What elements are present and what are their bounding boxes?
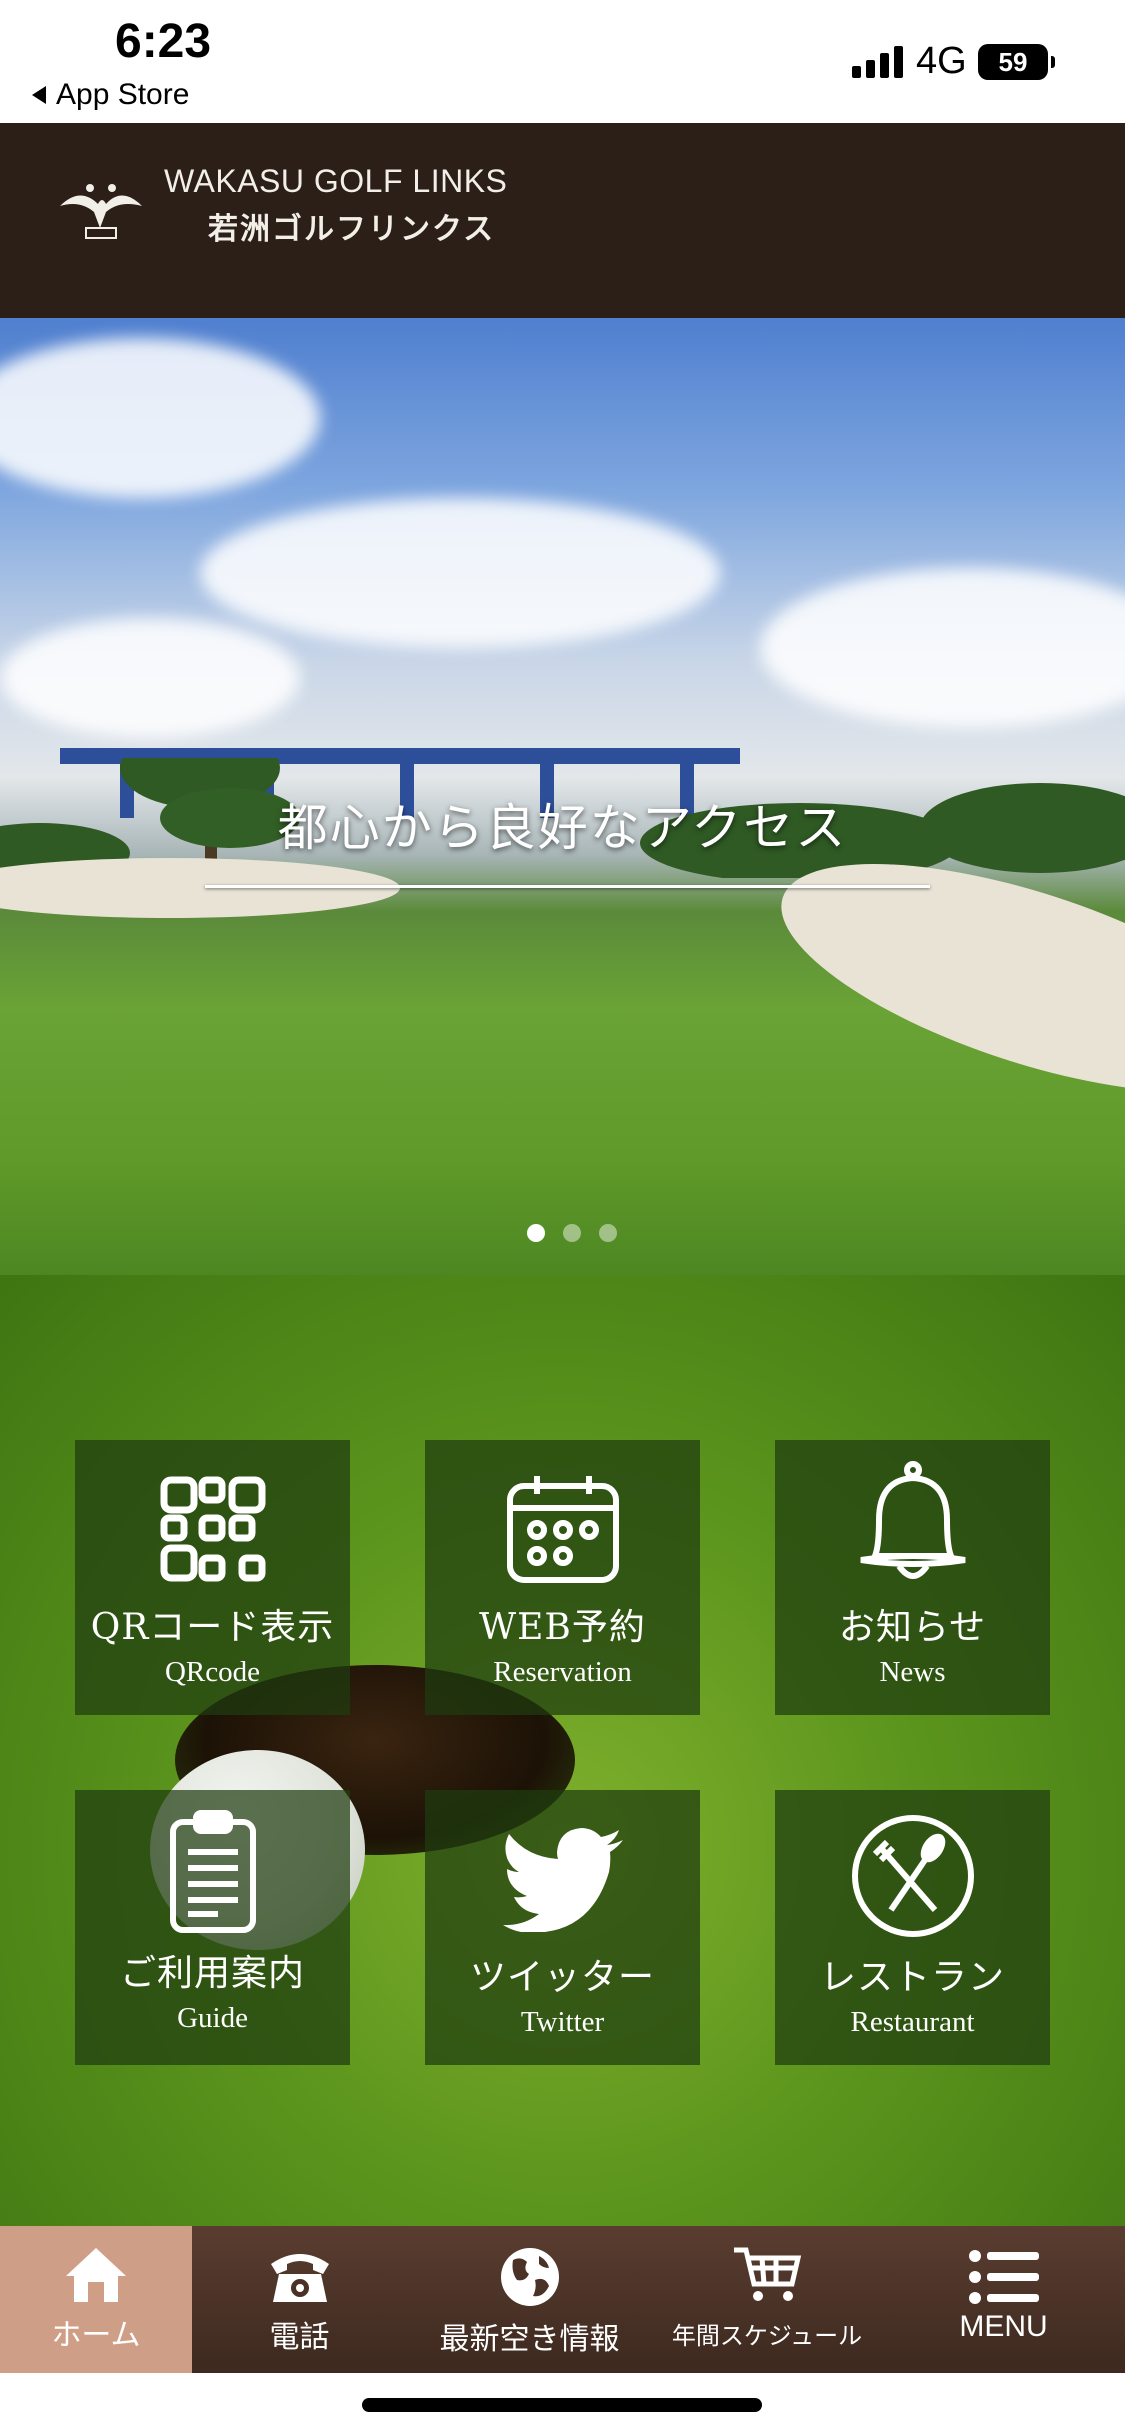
menu-tile-guide[interactable]: ご利用案内 Guide bbox=[75, 1790, 350, 2065]
menu-tile-reservation[interactable]: WEB予約 Reservation bbox=[425, 1440, 700, 1715]
tab-label: MENU bbox=[959, 2310, 1048, 2343]
status-bar: 6:23 App Store 4G 59 bbox=[0, 0, 1125, 123]
tab-phone[interactable]: 電話 bbox=[192, 2226, 407, 2373]
globe-icon bbox=[500, 2248, 559, 2306]
cart-icon bbox=[734, 2247, 802, 2301]
menu-tile-qrcode[interactable]: QRコード表示 QRcode bbox=[75, 1440, 350, 1715]
tab-label: ホーム bbox=[51, 2318, 141, 2353]
cloud bbox=[200, 498, 720, 648]
tile-label-jp: WEB予約 bbox=[479, 1607, 646, 1648]
app-header: WAKASU GOLF LINKS 若洲ゴルフリンクス bbox=[0, 123, 1125, 318]
tab-schedule[interactable]: 年間スケジュール bbox=[652, 2226, 882, 2373]
qr-code-icon bbox=[160, 1476, 265, 1582]
slider-dot[interactable] bbox=[527, 1224, 545, 1242]
tab-home[interactable]: ホーム bbox=[0, 2226, 192, 2373]
clipboard-icon bbox=[169, 1810, 256, 1933]
tab-label: 年間スケジュール bbox=[671, 2322, 863, 2350]
tab-menu[interactable]: MENU bbox=[882, 2226, 1125, 2373]
birds-crest-icon bbox=[60, 183, 142, 239]
bell-icon bbox=[860, 1461, 965, 1579]
home-icon bbox=[66, 2248, 126, 2302]
tile-label-jp: QRコード表示 bbox=[90, 1607, 335, 1648]
tile-label-en: Restaurant bbox=[850, 2006, 975, 2038]
logo-text-en: WAKASU GOLF LINKS bbox=[164, 163, 508, 199]
sand-bunker bbox=[0, 858, 400, 918]
calendar-icon bbox=[506, 1476, 619, 1583]
logo[interactable]: WAKASU GOLF LINKS 若洲ゴルフリンクス bbox=[50, 163, 507, 248]
back-to-app-store[interactable]: App Store bbox=[32, 78, 189, 112]
hero-underline bbox=[205, 885, 930, 888]
slider-dot[interactable] bbox=[599, 1224, 617, 1242]
battery-nub bbox=[1051, 56, 1055, 68]
tile-label-jp: レストラン bbox=[819, 1957, 1005, 1998]
tile-label-en: Guide bbox=[177, 2002, 248, 2034]
tile-label-en: News bbox=[879, 1656, 946, 1688]
list-icon bbox=[968, 2250, 1039, 2304]
tile-label-en: Reservation bbox=[493, 1656, 632, 1688]
tile-label-en: QRcode bbox=[164, 1656, 261, 1688]
slider-dots bbox=[527, 1224, 617, 1242]
fork-spoon-icon bbox=[851, 1815, 974, 1937]
phone-icon bbox=[270, 2254, 329, 2302]
back-triangle-icon bbox=[32, 86, 46, 104]
tile-label-jp: お知らせ bbox=[838, 1607, 987, 1648]
menu-area: QRコード表示 QRcode WEB予約 Reservation お知らせ Ne… bbox=[0, 1275, 1125, 2226]
twitter-bird-icon bbox=[502, 1828, 623, 1932]
cloud bbox=[760, 568, 1125, 728]
cloud bbox=[0, 618, 300, 738]
tab-label: 最新空き情報 bbox=[439, 2322, 620, 2357]
menu-tile-twitter[interactable]: ツイッター Twitter bbox=[425, 1790, 700, 2065]
hero-caption: 都心から良好なアクセス bbox=[277, 799, 848, 857]
logo-text-jp: 若洲ゴルフリンクス bbox=[208, 212, 496, 247]
cloud bbox=[0, 338, 320, 498]
tab-availability[interactable]: 最新空き情報 bbox=[407, 2226, 652, 2373]
status-time: 6:23 bbox=[115, 15, 212, 68]
bottom-tab-bar: ホーム 電話 最新空き情報 年間スケジュール MENU bbox=[0, 2226, 1125, 2373]
home-indicator[interactable] bbox=[362, 2398, 762, 2412]
network-type: 4G bbox=[916, 40, 967, 82]
menu-tile-restaurant[interactable]: レストラン Restaurant bbox=[775, 1790, 1050, 2065]
logo-text: WAKASU GOLF LINKS 若洲ゴルフリンクス bbox=[164, 163, 507, 248]
tile-label-jp: ご利用案内 bbox=[119, 1953, 305, 1994]
back-label: App Store bbox=[56, 78, 190, 111]
tab-label: 電話 bbox=[269, 2320, 330, 2355]
battery-level: 59 bbox=[998, 46, 1028, 77]
slider-dot[interactable] bbox=[563, 1224, 581, 1242]
menu-tile-news[interactable]: お知らせ News bbox=[775, 1440, 1050, 1715]
signal-icon bbox=[852, 44, 903, 78]
battery-icon: 59 bbox=[978, 44, 1048, 80]
tile-label-en: Twitter bbox=[520, 2006, 605, 2038]
hero-slider[interactable]: 都心から良好なアクセス bbox=[0, 318, 1125, 1275]
tile-label-jp: ツイッター bbox=[469, 1957, 655, 1998]
